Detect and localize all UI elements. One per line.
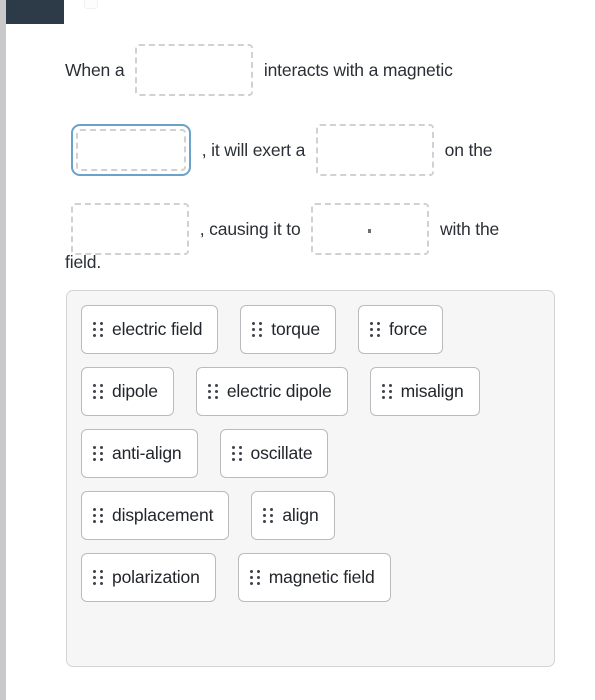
sentence-text-2: interacts with a magnetic [263,60,453,81]
word-chip[interactable]: electric field [81,305,219,354]
drag-handle-icon[interactable] [231,446,242,461]
drag-handle-icon[interactable] [93,322,103,337]
word-bank-row: dipole electric dipole misalign [79,367,542,416]
word-chip-label: dipole [112,381,158,401]
word-chip-label: magnetic field [268,567,375,587]
sentence-text-6: with the [440,219,500,240]
word-bank-row: displacement align [79,491,542,540]
word-chip[interactable]: oscillate [219,429,329,478]
drag-handle-icon[interactable] [93,446,103,461]
drop-zone-5[interactable] [311,203,430,256]
word-chip[interactable]: dipole [81,367,174,416]
stray-mark [368,229,372,234]
word-chip-label: misalign [400,381,464,401]
drag-handle-icon[interactable] [93,508,103,523]
word-chip-label: displacement [112,505,214,525]
sentence-text-5: , causing it to [199,219,301,240]
word-bank-row: electric field torque force [79,305,542,354]
drag-handle-icon[interactable] [249,570,260,585]
word-chip[interactable]: magnetic field [237,553,391,602]
fill-in-the-blank-sentence: When a interacts with a magnetic , it wi… [65,30,575,268]
question-page: When a interacts with a magnetic , it wi… [0,0,595,700]
word-chip[interactable]: align [251,491,335,540]
drop-zone-1[interactable] [135,44,254,97]
drag-handle-icon[interactable] [263,508,274,523]
word-chip-label: electric dipole [226,381,332,401]
drag-handle-icon[interactable] [381,384,392,399]
word-chip-label: align [282,505,319,525]
drag-handle-icon[interactable] [93,570,103,585]
app-header-bar-fragment [6,0,64,26]
sentence-text-1: When a [65,60,125,81]
sentence-text-3: , it will exert a [201,139,306,160]
clipped-toolbar-element [84,0,98,9]
word-bank-row: polarization magnetic field [79,553,542,602]
drag-handle-icon[interactable] [252,322,263,337]
word-chip[interactable]: torque [240,305,337,354]
word-chip-label: anti-align [112,443,182,463]
word-chip[interactable]: force [358,305,444,354]
word-chip[interactable]: misalign [369,367,480,416]
window-left-rail [0,0,6,700]
drag-handle-icon[interactable] [93,384,103,399]
word-chip[interactable]: electric dipole [195,367,348,416]
sentence-tail: field. [65,252,102,272]
word-chip[interactable]: anti-align [81,429,198,478]
word-chip-label: force [389,319,428,339]
drop-zone-2[interactable] [71,123,191,176]
word-bank-row: anti-align oscillate [79,429,542,478]
word-chip-label: polarization [112,567,200,587]
drop-zone-4[interactable] [71,203,189,256]
word-chip[interactable]: polarization [81,553,216,602]
drop-zone-3[interactable] [315,123,434,176]
drag-handle-icon[interactable] [207,384,218,399]
word-bank: electric field torque force dipole elect… [66,290,555,667]
sentence-text-4: on the [444,139,493,160]
drag-handle-icon[interactable] [370,322,381,337]
word-chip-label: oscillate [250,443,313,463]
word-chip-label: torque [271,319,321,339]
word-chip[interactable]: displacement [81,491,230,540]
word-chip-label: electric field [112,319,203,339]
